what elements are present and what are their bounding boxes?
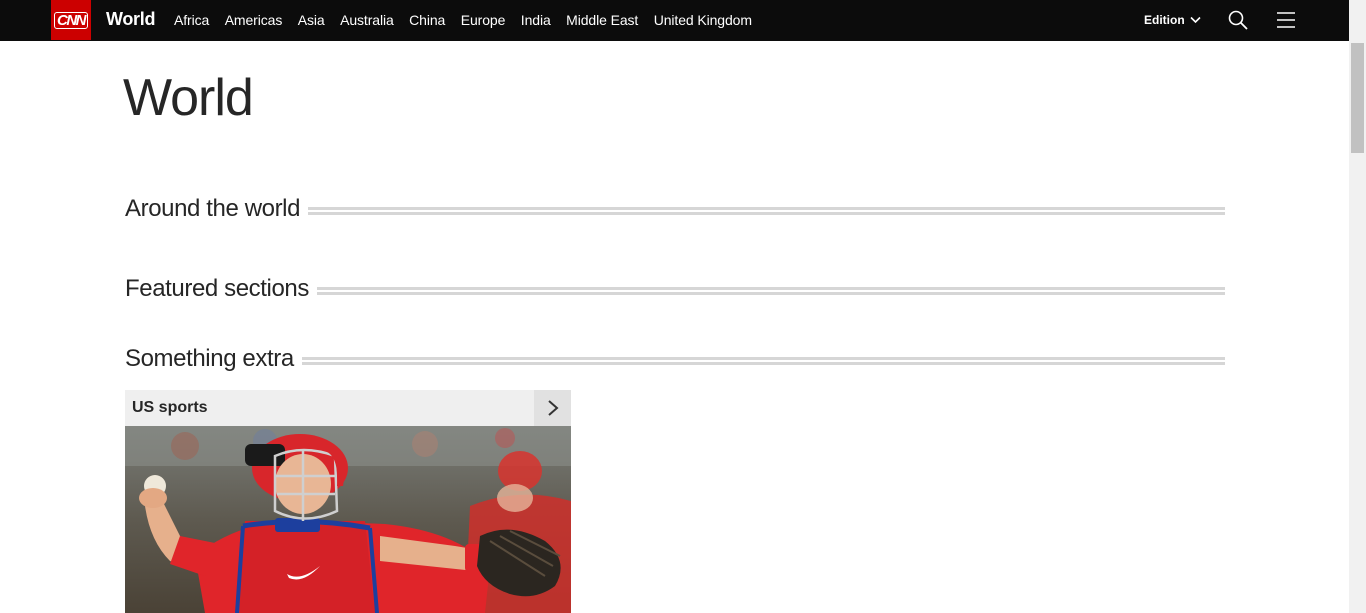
region-nav: Africa Americas Asia Australia China Eur…	[174, 12, 767, 28]
nav-link-australia[interactable]: Australia	[340, 12, 394, 28]
nav-link-europe[interactable]: Europe	[461, 12, 506, 28]
hamburger-menu-icon[interactable]	[1277, 11, 1295, 29]
scrollbar-thumb[interactable]	[1351, 43, 1364, 153]
cnn-logo[interactable]: CNN	[51, 0, 91, 40]
logo-text: CNN	[54, 11, 88, 29]
zone-divider	[301, 357, 1225, 365]
nav-link-asia[interactable]: Asia	[298, 12, 325, 28]
zone-title: Something extra	[125, 345, 294, 372]
card-header[interactable]: US sports	[125, 390, 571, 426]
section-title[interactable]: World	[106, 9, 155, 30]
edition-label: Edition	[1144, 13, 1185, 27]
zone-divider	[316, 287, 1225, 295]
zone-heading-featured-sections: Featured sections	[125, 275, 1225, 303]
search-icon[interactable]	[1228, 10, 1248, 30]
us-sports-card[interactable]: US sports	[125, 390, 571, 613]
chevron-down-icon	[1190, 16, 1201, 24]
card-image[interactable]	[125, 426, 571, 613]
nav-link-middle-east[interactable]: Middle East	[566, 12, 638, 28]
nav-link-americas[interactable]: Americas	[225, 12, 283, 28]
zone-heading-something-extra: Something extra	[125, 345, 1225, 373]
page-title: World	[123, 69, 254, 127]
zone-heading-around-the-world: Around the world	[125, 195, 1225, 223]
nav-link-united-kingdom[interactable]: United Kingdom	[654, 12, 752, 28]
nav-link-africa[interactable]: Africa	[174, 12, 209, 28]
zone-divider	[308, 207, 1225, 215]
chevron-right-icon[interactable]	[534, 390, 571, 426]
nav-link-china[interactable]: China	[409, 12, 445, 28]
edition-button[interactable]: Edition	[1144, 13, 1201, 27]
zone-title: Featured sections	[125, 275, 309, 302]
nav-link-india[interactable]: India	[521, 12, 551, 28]
zone-title: Around the world	[125, 195, 301, 222]
top-navigation: CNN World Africa Americas Asia Australia…	[0, 0, 1349, 41]
card-label[interactable]: US sports	[125, 399, 208, 417]
baseball-catcher-image	[125, 426, 571, 613]
